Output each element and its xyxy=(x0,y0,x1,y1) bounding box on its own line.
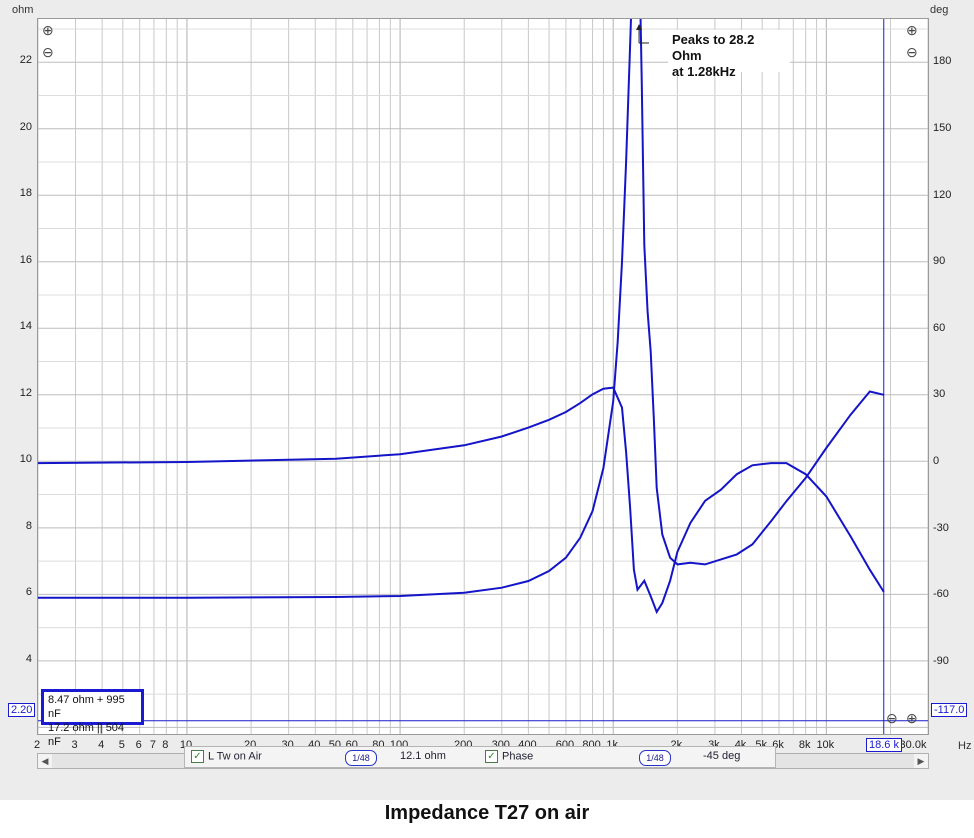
zoom-out-icon[interactable]: ⊖ xyxy=(42,44,58,60)
right-tick-label: -30 xyxy=(933,521,949,534)
left-tick-label: 14 xyxy=(19,320,32,333)
trace1-label: L Tw on Air xyxy=(208,750,262,763)
right-tick-label: 150 xyxy=(933,122,952,135)
trace2-label: Phase xyxy=(502,750,534,763)
right-tick-label: 0 xyxy=(933,455,940,468)
cursor-right-value: -117.0 xyxy=(931,703,968,717)
zoom-out-icon[interactable]: ⊖ xyxy=(906,44,922,60)
trace2-checkbox-icon[interactable]: ✓ xyxy=(485,750,498,763)
zoom-out-icon[interactable]: ⊖ xyxy=(886,710,902,726)
right-tick-label: 60 xyxy=(933,321,946,334)
trace1-value: 12.1 ohm xyxy=(400,750,446,762)
trace1-checkbox-icon[interactable]: ✓ xyxy=(191,750,204,763)
left-tick-label: 4 xyxy=(25,652,32,665)
left-tick-label: 8 xyxy=(25,519,32,532)
x-tick-label: 8 xyxy=(162,739,169,751)
right-tick-label: 90 xyxy=(933,255,946,268)
chart-caption: Impedance T27 on air xyxy=(384,802,590,824)
trace2-value: -45 deg xyxy=(703,750,741,762)
legend-trace1[interactable]: ✓ L Tw on Air xyxy=(191,750,262,763)
x-tick-label: 7 xyxy=(149,739,156,751)
phase-trace xyxy=(38,386,885,615)
left-tick-label: 22 xyxy=(19,54,32,67)
right-tick-label: 30 xyxy=(933,388,946,401)
trace2-smoothing-button[interactable]: 1/48 xyxy=(639,750,671,766)
x-tick-label: 2 xyxy=(33,739,41,751)
right-axis-unit: deg xyxy=(930,4,949,16)
x-tick-label: 30.0k xyxy=(899,739,927,751)
left-tick-label: 18 xyxy=(19,187,32,200)
right-tick-label: 180 xyxy=(933,55,952,68)
cursor-x-value: 18.6 k xyxy=(866,738,902,752)
fit-line2: 17.2 ohm || 504 nF xyxy=(48,722,125,748)
legend-trace2[interactable]: ✓ Phase xyxy=(485,750,533,763)
impedance-trace xyxy=(38,19,885,599)
scroll-left-icon[interactable]: ◀ xyxy=(38,754,52,768)
trace1-smoothing-button[interactable]: 1/48 xyxy=(345,750,377,766)
left-tick-label: 16 xyxy=(19,253,32,266)
right-tick-label: -90 xyxy=(933,654,949,667)
fit-line1: 8.47 ohm + 995 nF xyxy=(48,694,125,720)
annotation-line1: Peaks to 28.2 Ohm xyxy=(672,32,755,63)
cursor-left-value: 2.20 xyxy=(8,703,36,717)
left-tick-label: 6 xyxy=(25,586,32,599)
peak-annotation: Peaks to 28.2 Ohm at 1.28kHz xyxy=(668,30,790,79)
app-window: ohm deg 22 20 18 16 14 12 10 8 6 4 180 150 120 90 60 3… xyxy=(0,0,974,800)
chart-svg xyxy=(38,19,928,734)
left-axis-unit: ohm xyxy=(12,4,34,16)
plot-area[interactable] xyxy=(37,18,929,735)
left-tick-label: 20 xyxy=(19,120,32,133)
annotation-line2: at 1.28kHz xyxy=(672,64,736,79)
scroll-right-icon[interactable]: ▶ xyxy=(914,754,928,768)
zoom-in-icon[interactable]: ⊕ xyxy=(906,22,922,38)
impedance-fit-box: 8.47 ohm + 995 nF 17.2 ohm || 504 nF xyxy=(41,689,144,748)
zoom-in-icon[interactable]: ⊕ xyxy=(906,710,922,726)
legend-bar: ✓ L Tw on Air 1/48 12.1 ohm ✓ Phase 1/48 -… xyxy=(184,746,776,768)
x-axis-unit: Hz xyxy=(958,740,972,752)
x-tick-label: 10k xyxy=(816,739,835,751)
left-tick-label: 12 xyxy=(19,386,32,399)
zoom-in-icon[interactable]: ⊕ xyxy=(42,22,58,38)
x-tick-label: 8k xyxy=(798,739,811,751)
right-tick-label: -60 xyxy=(933,588,949,601)
right-tick-label: 120 xyxy=(933,188,952,201)
left-tick-label: 10 xyxy=(19,453,32,466)
